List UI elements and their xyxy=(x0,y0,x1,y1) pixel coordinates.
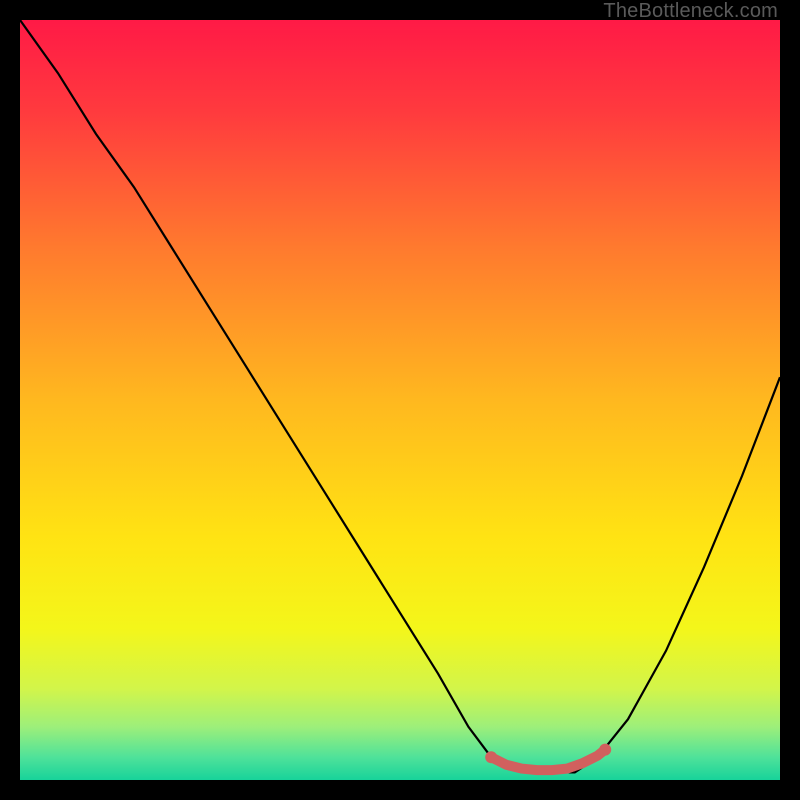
optimal-range-highlight xyxy=(491,750,605,771)
optimal-range-start-dot xyxy=(485,751,497,763)
chart-frame: TheBottleneck.com xyxy=(0,0,800,800)
optimal-range-end-dot xyxy=(599,744,611,756)
bottleneck-curve xyxy=(20,20,780,772)
curve-layer xyxy=(20,20,780,780)
plot-area xyxy=(20,20,780,780)
watermark-text: TheBottleneck.com xyxy=(603,0,778,23)
